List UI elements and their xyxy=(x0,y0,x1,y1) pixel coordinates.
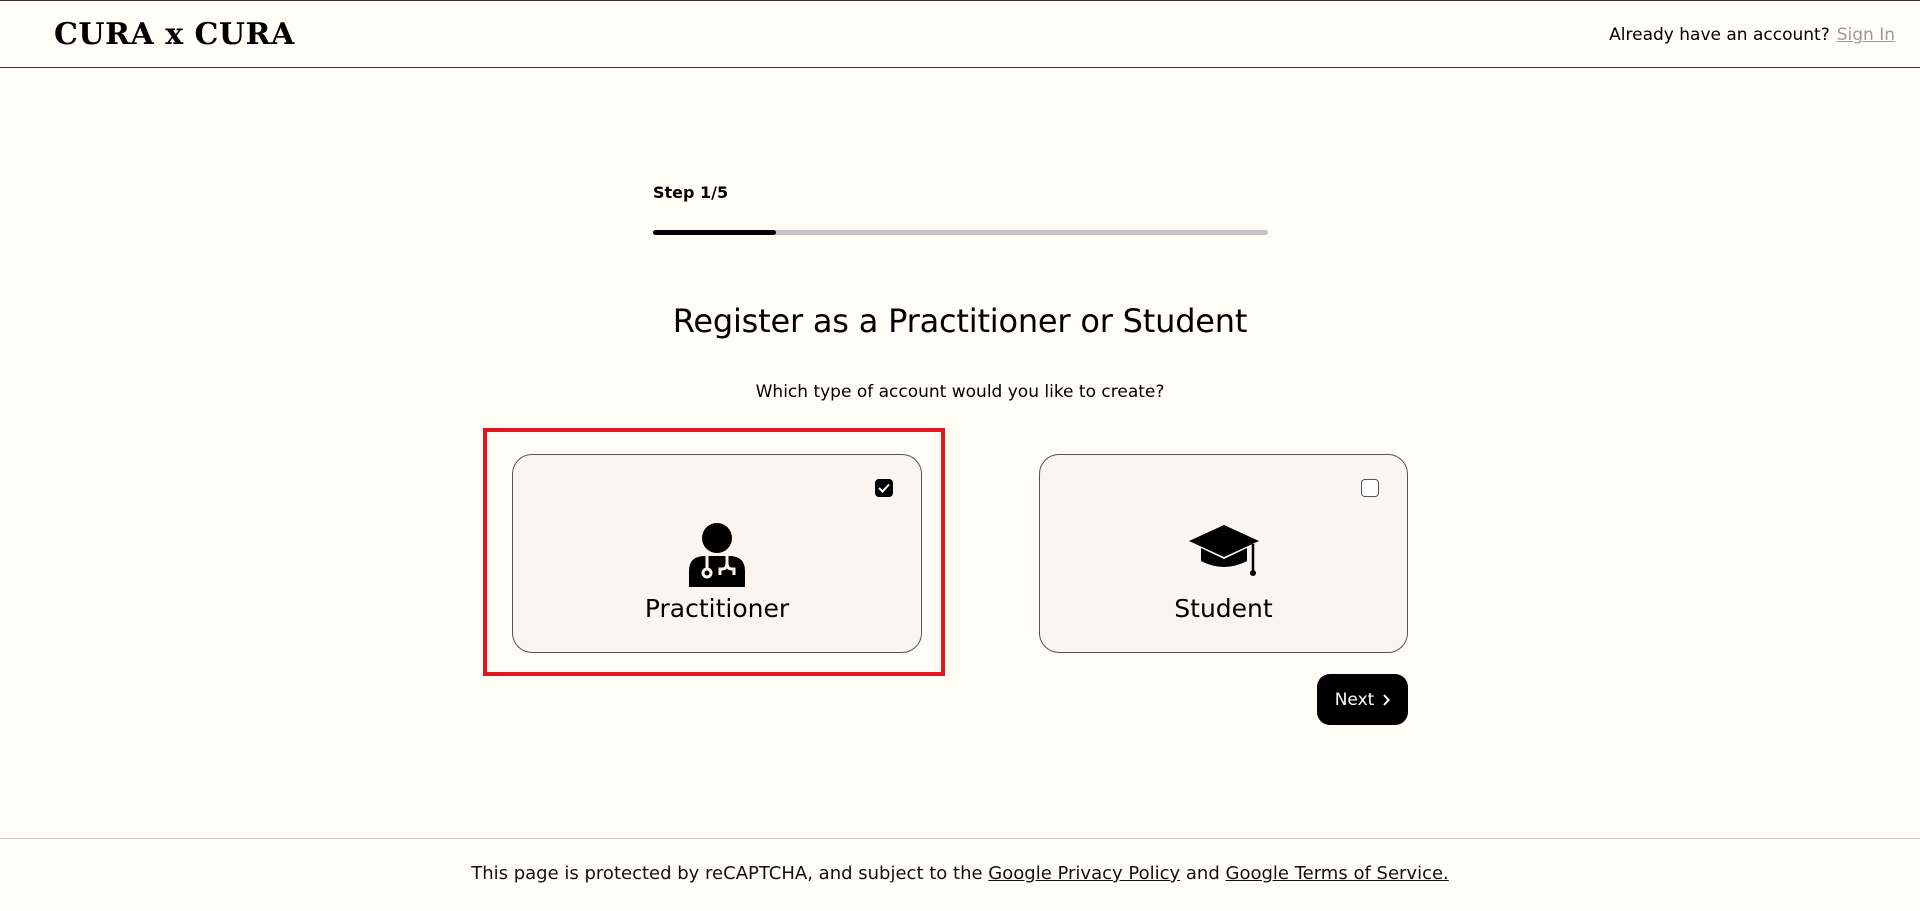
and-text: and xyxy=(1185,863,1220,884)
terms-of-service-link[interactable]: Google Terms of Service. xyxy=(1226,863,1449,884)
progress-bar xyxy=(653,230,1268,235)
logo[interactable]: CURA x CURA xyxy=(54,17,295,52)
account-prompt-text: Already have an account? xyxy=(1609,25,1830,45)
graduation-cap-icon xyxy=(1187,523,1261,583)
practitioner-option-card[interactable]: Practitioner xyxy=(512,454,922,653)
student-checkbox[interactable] xyxy=(1361,479,1379,497)
page-subtitle: Which type of account would you like to … xyxy=(755,382,1165,402)
sign-in-link[interactable]: Sign In xyxy=(1837,25,1895,45)
practitioner-checkbox[interactable] xyxy=(875,479,893,497)
next-button[interactable]: Next xyxy=(1317,674,1408,725)
student-option-card[interactable]: Student xyxy=(1039,454,1408,653)
page-title: Register as a Practitioner or Student xyxy=(672,302,1248,340)
footer: This page is protected by reCAPTCHA, and… xyxy=(0,838,1920,911)
doctor-icon xyxy=(687,523,747,591)
progress-fill xyxy=(653,230,776,235)
recaptcha-text: This page is protected by reCAPTCHA, and… xyxy=(471,863,983,884)
chevron-right-icon xyxy=(1383,693,1391,706)
privacy-policy-link[interactable]: Google Privacy Policy xyxy=(988,863,1180,884)
top-header: CURA x CURA Already have an account? Sig… xyxy=(0,0,1920,68)
next-button-label: Next xyxy=(1334,689,1375,710)
step-label: Step 1/5 xyxy=(653,183,729,202)
checkmark-icon xyxy=(878,483,890,493)
practitioner-label: Practitioner xyxy=(644,594,790,623)
student-label: Student xyxy=(1174,594,1273,623)
recaptcha-notice: This page is protected by reCAPTCHA, and… xyxy=(0,863,1920,884)
sign-in-prompt: Already have an account? Sign In xyxy=(1609,25,1895,45)
